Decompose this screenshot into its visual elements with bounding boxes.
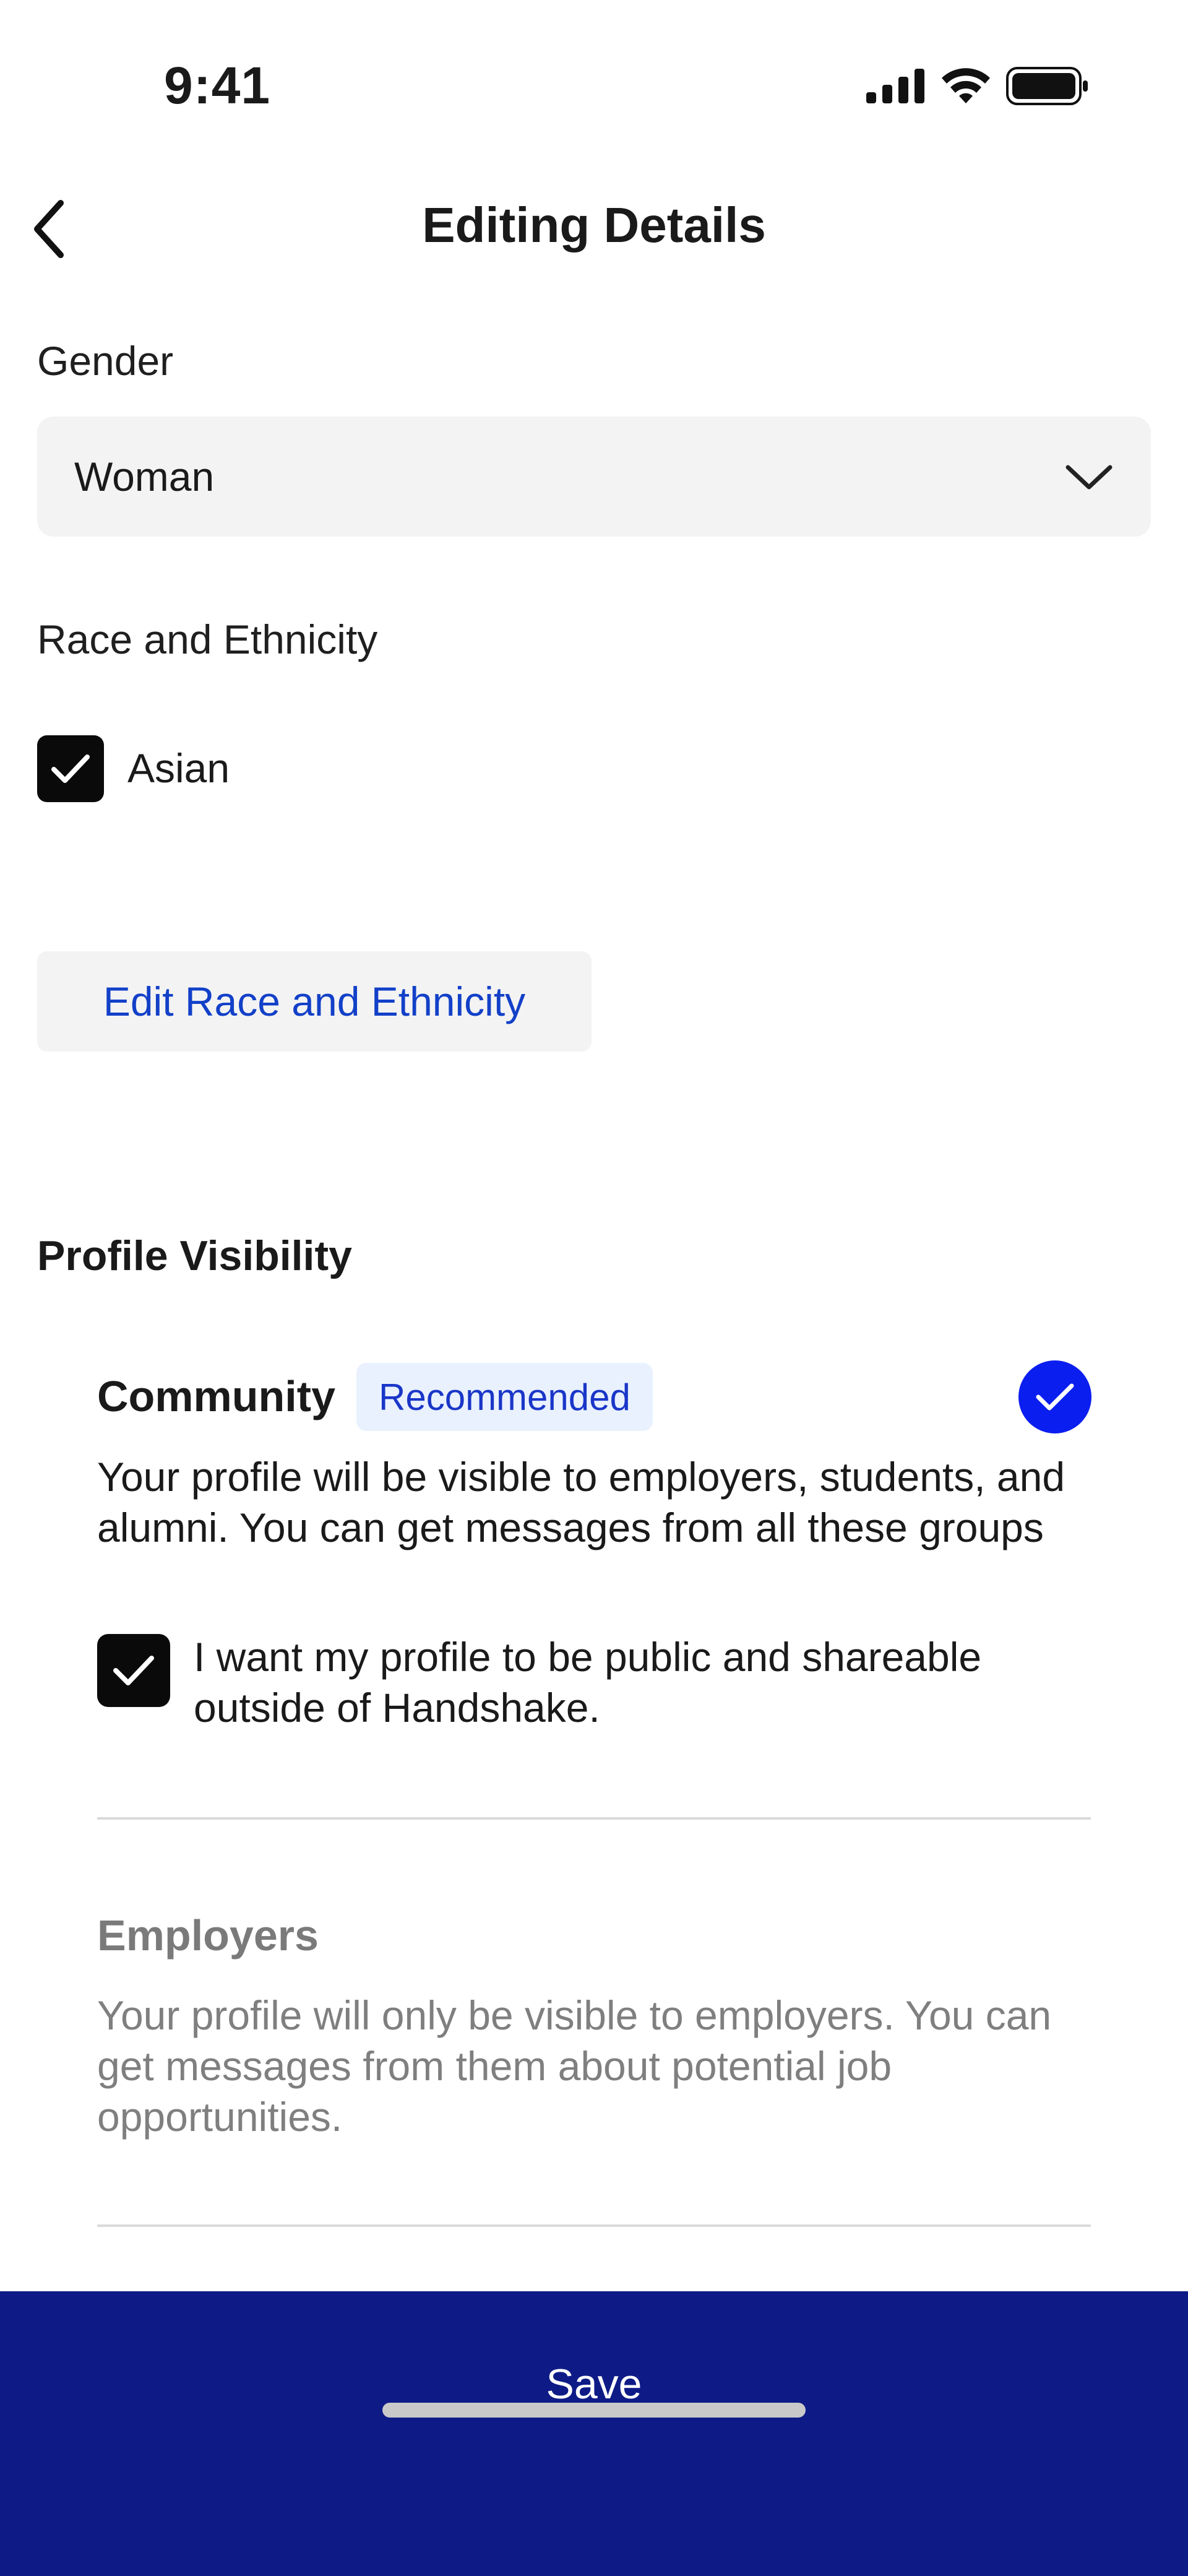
employers-option-title[interactable]: Employers [97, 1911, 319, 1960]
edit-race-ethnicity-label: Edit Race and Ethnicity [103, 979, 526, 1024]
community-option-title: Community [97, 1372, 335, 1420]
divider [97, 1817, 1091, 1820]
asian-label: Asian [127, 745, 230, 791]
recommended-badge: Recommended [356, 1363, 653, 1431]
race-ethnicity-label: Race and Ethnicity [37, 616, 378, 662]
public-profile-checkbox[interactable] [97, 1634, 170, 1707]
battery-icon [1006, 67, 1088, 105]
save-button[interactable]: Save [0, 2291, 1188, 2477]
checkmark-icon [1036, 1383, 1074, 1411]
divider [97, 2224, 1091, 2227]
chevron-down-icon [1065, 465, 1113, 490]
community-radio-selected[interactable] [1018, 1360, 1091, 1433]
edit-race-ethnicity-button[interactable]: Edit Race and Ethnicity [37, 951, 592, 1052]
gender-selected-value: Woman [74, 454, 215, 499]
checkmark-icon [51, 754, 90, 783]
public-profile-label: I want my profile to be public and share… [194, 1634, 982, 1731]
gender-label: Gender [37, 338, 174, 384]
footer-bar: Save [0, 2291, 1188, 2576]
recommended-badge-label: Recommended [379, 1376, 631, 1418]
editing-details-screen: 9:41 Editing Details Gender Woman Race a… [0, 0, 1188, 2576]
home-indicator [382, 2403, 806, 2418]
profile-visibility-title: Profile Visibility [37, 1232, 352, 1279]
page-title: Editing Details [422, 197, 766, 253]
community-description: Your profile will be visible to employer… [97, 1454, 1065, 1550]
status-time: 9:41 [164, 56, 271, 115]
save-button-label: Save [546, 2361, 642, 2408]
gender-select[interactable]: Woman [37, 417, 1151, 537]
wifi-icon [942, 68, 990, 103]
status-icons [866, 67, 1089, 105]
employers-description: Your profile will only be visible to emp… [97, 1992, 1052, 2140]
asian-checkbox[interactable] [37, 735, 104, 802]
checkmark-icon [113, 1656, 154, 1685]
cellular-signal-icon [866, 69, 924, 103]
